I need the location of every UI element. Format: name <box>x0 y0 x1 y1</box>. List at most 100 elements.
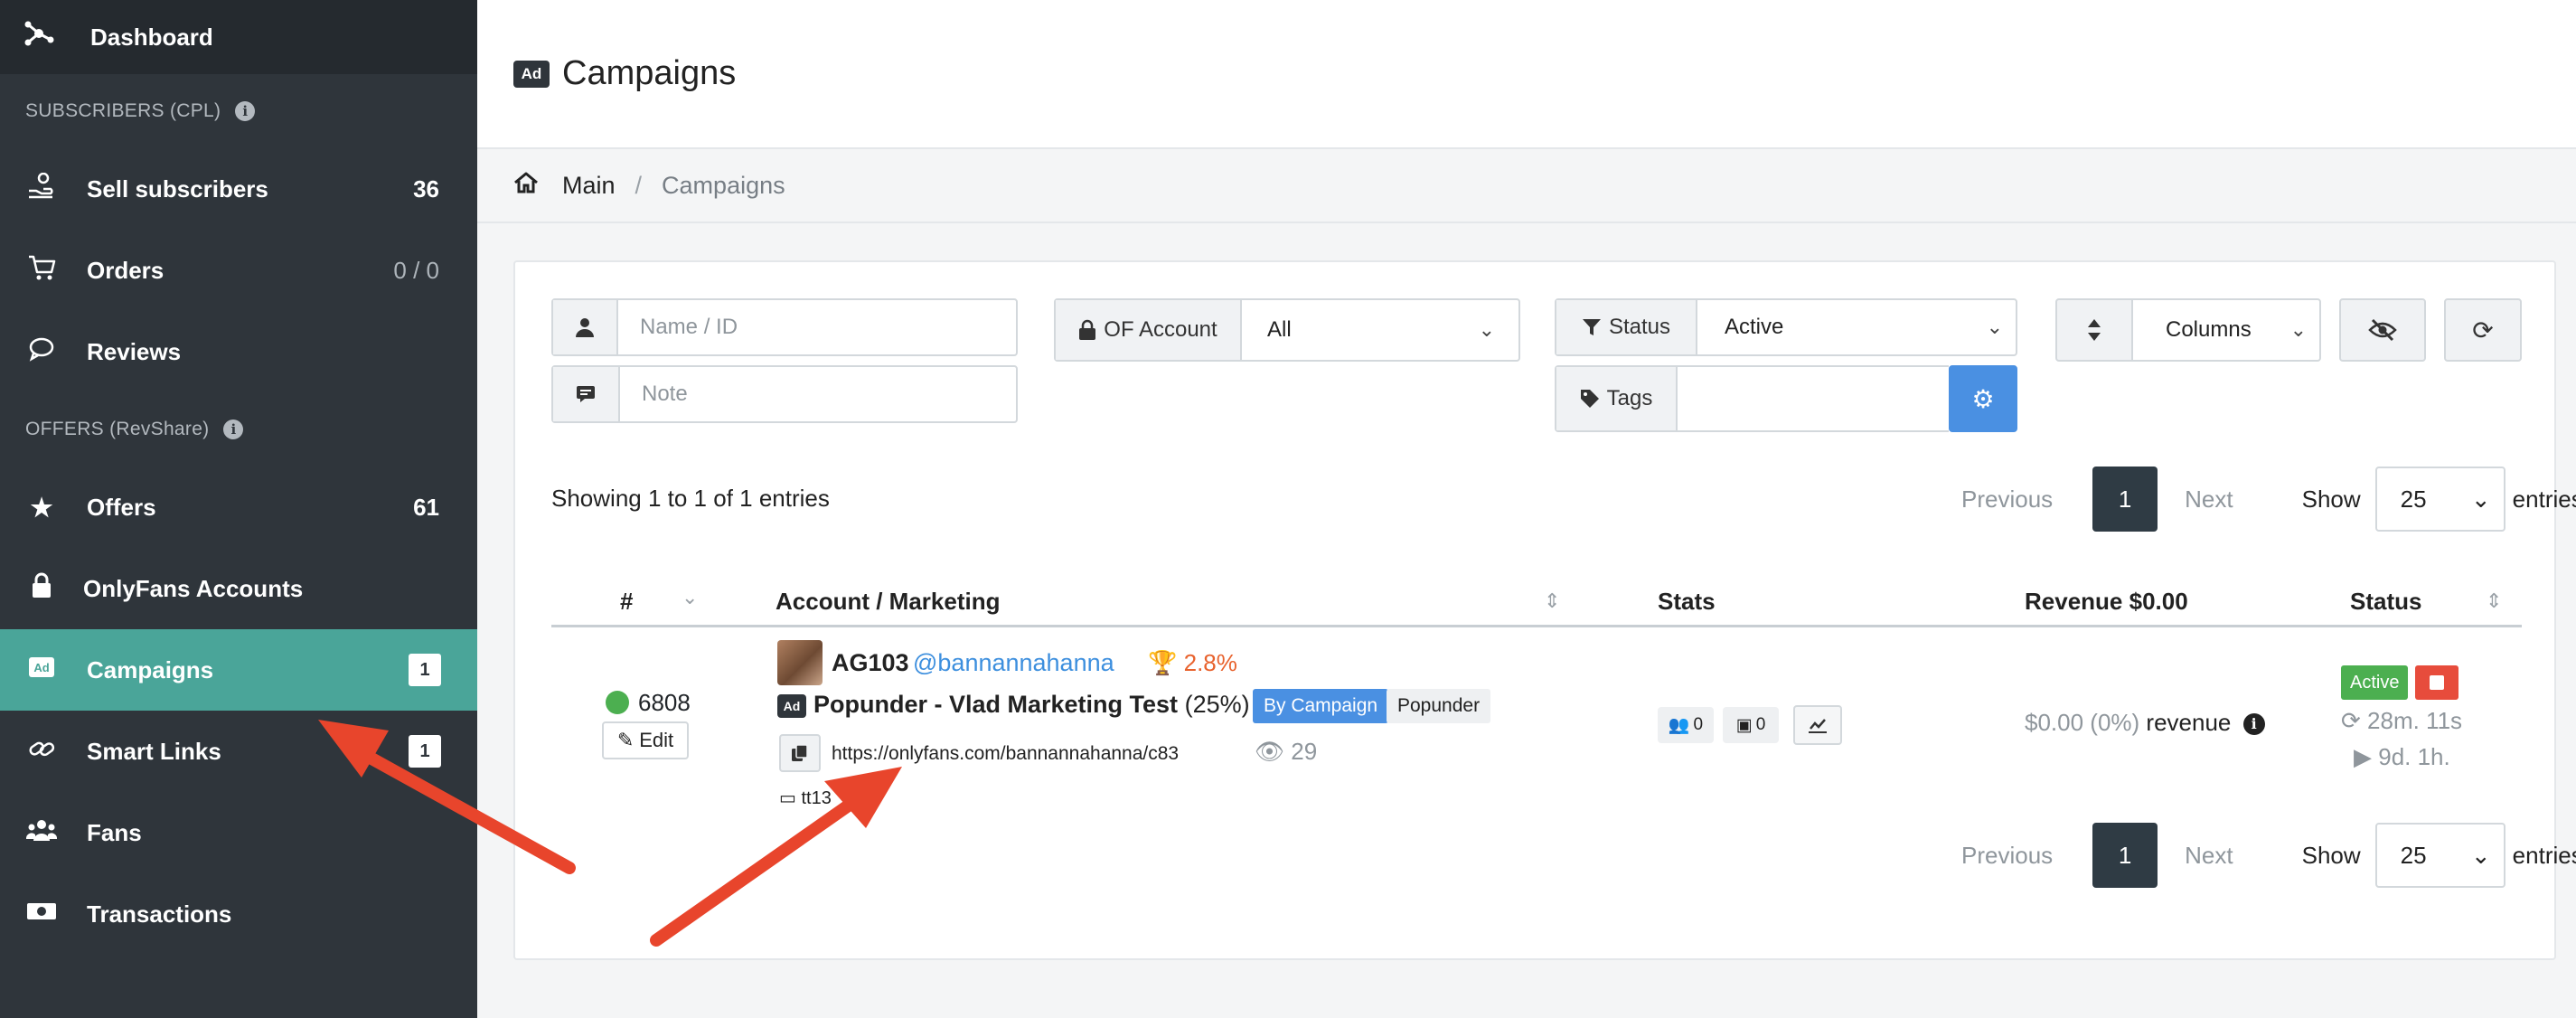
stat-subscribers-value: 0 <box>1693 715 1704 734</box>
col-num[interactable]: # <box>620 588 633 616</box>
pagination-bottom: Previous 1 Next Show 25 ⌄ entries <box>1961 823 2576 888</box>
tag-icon <box>1580 390 1599 408</box>
eye-icon: 👁 <box>1255 738 1285 765</box>
col-status[interactable]: Status <box>2350 588 2421 616</box>
sort-icon <box>2088 319 2101 341</box>
account-name[interactable]: AG103 <box>832 649 909 677</box>
sidebar-section-subscribers: SUBSCRIBERS (CPL) i <box>0 74 477 148</box>
sidebar-item-transactions[interactable]: Transactions <box>0 873 477 955</box>
previous-page-button[interactable]: Previous <box>1961 842 2053 870</box>
dashboard-icon <box>24 20 60 54</box>
sidebar-item-onlyfans-accounts[interactable]: OnlyFans Accounts <box>0 548 477 629</box>
tags-settings-button[interactable]: ⚙ <box>1949 365 2017 432</box>
orders-count-a: 0 <box>393 256 407 284</box>
sidebar-item-sell-subscribers[interactable]: Sell subscribers 36 <box>0 148 477 230</box>
of-account-select[interactable]: OF Account All ⌄ <box>1054 298 1520 362</box>
sort-icon[interactable]: ⇕ <box>1544 589 1560 613</box>
cart-icon <box>24 254 60 287</box>
page-size-value: 25 <box>2400 485 2427 513</box>
sidebar-item-reviews[interactable]: Reviews <box>0 311 477 392</box>
count-badge: 1 <box>409 654 441 686</box>
hide-columns-button[interactable] <box>2339 298 2426 362</box>
copy-button[interactable] <box>779 734 821 772</box>
col-revenue[interactable]: Revenue $0.00 <box>2025 588 2188 616</box>
info-icon[interactable]: i <box>2242 712 2265 735</box>
comment-icon <box>553 367 620 421</box>
table-row: 6808 ✎ Edit AG103 @bannannahanna 🏆 2.8% … <box>551 627 2522 817</box>
show-label: Show <box>2301 841 2361 869</box>
section-label: OFFERS (RevShare) <box>25 419 210 439</box>
tags-input[interactable]: Tags <box>1555 365 1949 432</box>
next-page-button[interactable]: Next <box>2185 485 2233 514</box>
orders-count: 0 / 0 <box>393 257 439 285</box>
campaign-note: ▭ tt13 <box>779 787 832 809</box>
sidebar-item-dashboard[interactable]: Dashboard <box>0 0 477 74</box>
name-id-filter[interactable]: Name / ID <box>551 298 1018 356</box>
breadcrumb-main-link[interactable]: Main <box>562 172 616 200</box>
stat-transactions: ▣ 0 <box>1723 707 1779 743</box>
breadcrumb-separator: / <box>635 171 643 199</box>
sidebar-item-offers[interactable]: ★ Offers 61 <box>0 467 477 548</box>
account-handle-link[interactable]: @bannannahanna <box>913 649 1114 677</box>
ad-icon: Ad <box>24 655 60 684</box>
tag-by-campaign: By Campaign <box>1253 689 1389 723</box>
columns-label: Columns <box>2166 317 2252 342</box>
show-label: Show <box>2301 485 2361 513</box>
stop-button[interactable] <box>2415 665 2458 700</box>
sort-toggle-button[interactable] <box>2055 298 2133 362</box>
page-1-button[interactable]: 1 <box>2092 823 2158 888</box>
hand-holding-icon <box>24 172 60 206</box>
info-icon[interactable]: i <box>235 101 256 121</box>
sidebar-item-fans[interactable]: Fans <box>0 792 477 873</box>
sidebar-item-orders[interactable]: Orders 0 / 0 <box>0 230 477 311</box>
page-1-button[interactable]: 1 <box>2092 467 2158 532</box>
name-id-input[interactable]: Name / ID <box>618 315 738 340</box>
chart-line-icon <box>1809 719 1827 733</box>
tag-popunder: Popunder <box>1387 689 1491 723</box>
revenue-amount: $0.00 (0%) <box>2025 709 2140 736</box>
star-icon: ★ <box>30 493 53 522</box>
page-size-select[interactable]: 25 ⌄ <box>2374 823 2505 888</box>
chevron-down-icon[interactable]: ⌄ <box>682 586 698 609</box>
campaign-name-text: Popunder - Vlad Marketing Test <box>813 691 1179 718</box>
users-icon <box>24 817 60 849</box>
chart-button[interactable] <box>1793 705 1842 745</box>
status-runtime-value: 9d. 1h. <box>2378 743 2450 770</box>
col-account[interactable]: Account / Marketing <box>776 588 1000 616</box>
status-addon: Status <box>1556 300 1697 354</box>
sort-icon[interactable]: ⇕ <box>2486 589 2502 613</box>
breadcrumb-current: Campaigns <box>662 171 785 199</box>
info-icon[interactable]: i <box>223 419 244 439</box>
note-input[interactable]: Note <box>620 382 688 407</box>
columns-select[interactable]: Columns ⌄ <box>2131 298 2321 362</box>
play-icon: ▶ <box>2354 743 2372 770</box>
count-badge: 36 <box>413 174 439 203</box>
stat-transactions-value: 0 <box>1755 715 1766 734</box>
campaign-url-link[interactable]: https://onlyfans.com/bannannahanna/c83 <box>832 743 1179 765</box>
of-account-label: OF Account <box>1104 317 1217 342</box>
user-icon <box>553 300 618 354</box>
sidebar-item-campaigns[interactable]: Ad Campaigns 1 <box>0 629 477 711</box>
sidebar-section-offers: OFFERS (RevShare) i <box>0 392 477 467</box>
note-filter[interactable]: Note <box>551 365 1018 423</box>
refresh-button[interactable]: ⟳ <box>2444 298 2522 362</box>
lock-icon <box>1079 319 1096 340</box>
home-icon[interactable] <box>513 171 550 200</box>
refresh-icon: ⟳ <box>2341 707 2361 734</box>
sidebar-item-label: Orders <box>87 256 165 284</box>
avatar <box>777 640 823 685</box>
tags-addon: Tags <box>1556 367 1678 430</box>
col-stats[interactable]: Stats <box>1658 588 1716 616</box>
page-size-select[interactable]: 25 ⌄ <box>2374 467 2505 532</box>
comment-icon <box>24 336 60 368</box>
next-page-button[interactable]: Next <box>2185 842 2233 870</box>
status-duration-value: 28m. 11s <box>2367 707 2463 734</box>
edit-button[interactable]: ✎ Edit <box>602 721 689 759</box>
table-info: Showing 1 to 1 of 1 entries <box>551 485 830 512</box>
previous-page-button[interactable]: Previous <box>1961 485 2053 514</box>
sidebar-item-smart-links[interactable]: Smart Links 1 <box>0 711 477 792</box>
link-icon <box>24 735 60 768</box>
of-account-addon: OF Account <box>1056 300 1242 360</box>
status-select[interactable]: Status Active ⌄ <box>1555 298 2017 356</box>
copy-icon <box>792 744 808 761</box>
